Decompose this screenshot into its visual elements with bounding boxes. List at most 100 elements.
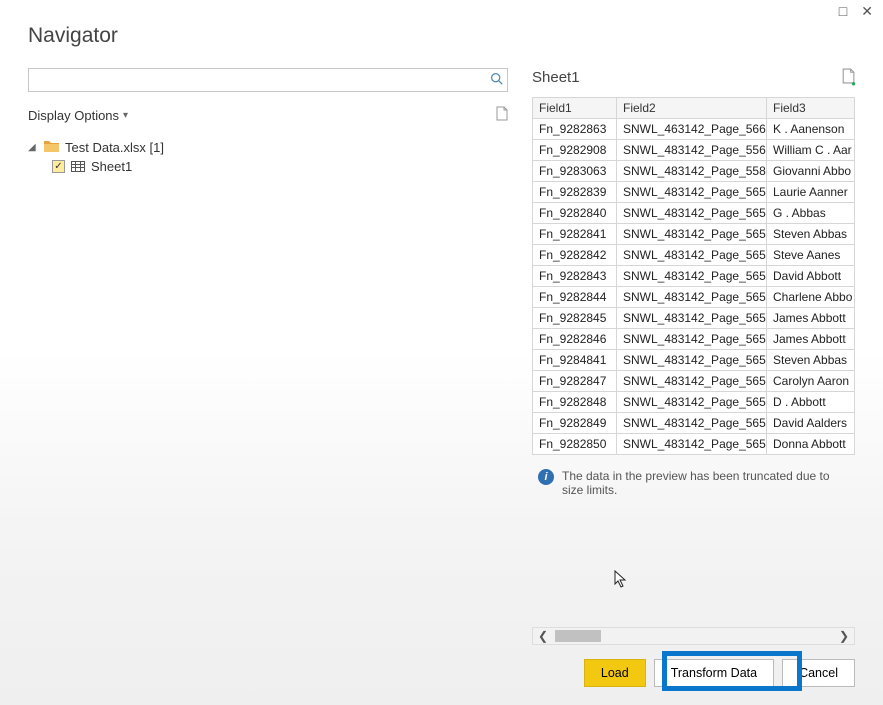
- table-cell: Donna Abbott: [767, 434, 855, 455]
- table-cell: SNWL_483142_Page_5658: [617, 329, 767, 350]
- table-cell: Fn_9282863: [533, 119, 617, 140]
- truncation-notice: i The data in the preview has been trunc…: [532, 469, 855, 497]
- scroll-thumb[interactable]: [555, 630, 601, 642]
- table-row[interactable]: Fn_9282847SNWL_483142_Page_5659Carolyn A…: [533, 371, 855, 392]
- table-cell: Fn_9282908: [533, 140, 617, 161]
- display-options-dropdown[interactable]: Display Options ▾: [28, 108, 133, 123]
- load-button[interactable]: Load: [584, 659, 646, 687]
- table-cell: SNWL_483142_Page_5567: [617, 140, 767, 161]
- table-cell: SNWL_483142_Page_5658: [617, 308, 767, 329]
- table-cell: James Abbott: [767, 308, 855, 329]
- table-row[interactable]: Fn_9282842SNWL_483142_Page_5658Steve Aan…: [533, 245, 855, 266]
- scroll-left-icon[interactable]: ❮: [533, 629, 553, 643]
- column-header[interactable]: Field2: [617, 98, 767, 119]
- search-box[interactable]: [28, 68, 508, 92]
- table-cell: Carolyn Aaron: [767, 371, 855, 392]
- horizontal-scrollbar[interactable]: ❮ ❯: [532, 627, 855, 645]
- table-cell: Steven Abbas: [767, 350, 855, 371]
- table-cell: Fn_9283063: [533, 161, 617, 182]
- column-header[interactable]: Field3: [767, 98, 855, 119]
- table-row[interactable]: Fn_9282841SNWL_483142_Page_5658Steven Ab…: [533, 224, 855, 245]
- table-cell: Fn_9282842: [533, 245, 617, 266]
- table-cell: SNWL_483142_Page_5658: [617, 203, 767, 224]
- table-cell: Fn_9282850: [533, 434, 617, 455]
- table-row[interactable]: Fn_9284841SNWL_483142_Page_5658Steven Ab…: [533, 350, 855, 371]
- maximize-icon[interactable]: □: [839, 4, 847, 18]
- table-cell: Steve Aanes: [767, 245, 855, 266]
- table-cell: SNWL_483142_Page_5658: [617, 266, 767, 287]
- search-icon[interactable]: [485, 72, 507, 88]
- table-cell: Fn_9282840: [533, 203, 617, 224]
- table-cell: K . Aanenson: [767, 119, 855, 140]
- table-cell: Charlene Abbo: [767, 287, 855, 308]
- transform-data-button[interactable]: Transform Data: [654, 659, 774, 687]
- table-cell: SNWL_463142_Page_5661: [617, 119, 767, 140]
- refresh-icon[interactable]: ●: [841, 68, 855, 87]
- table-cell: SNWL_483142_Page_5588: [617, 161, 767, 182]
- page-refresh-icon[interactable]: [495, 106, 508, 124]
- table-cell: William C . Aar: [767, 140, 855, 161]
- navigator-tree: ◢ Test Data.xlsx [1] ✓ Sheet1: [28, 138, 508, 176]
- table-row[interactable]: Fn_9282840SNWL_483142_Page_5658G . Abbas: [533, 203, 855, 224]
- scroll-right-icon[interactable]: ❯: [834, 629, 854, 643]
- dialog-title: Navigator: [28, 24, 118, 48]
- table-row[interactable]: Fn_9282846SNWL_483142_Page_5658James Abb…: [533, 329, 855, 350]
- table-row[interactable]: Fn_9282849SNWL_483142_Page_5659David Aal…: [533, 413, 855, 434]
- table-cell: D . Abbott: [767, 392, 855, 413]
- table-cell: SNWL_483142_Page_5658: [617, 224, 767, 245]
- display-options-label: Display Options: [28, 108, 119, 123]
- table-cell: Steven Abbas: [767, 224, 855, 245]
- table-cell: Fn_9282848: [533, 392, 617, 413]
- mouse-cursor-icon: [614, 570, 628, 593]
- table-row[interactable]: Fn_9282908SNWL_483142_Page_5567William C…: [533, 140, 855, 161]
- table-row[interactable]: Fn_9282845SNWL_483142_Page_5658James Abb…: [533, 308, 855, 329]
- column-header[interactable]: Field1: [533, 98, 617, 119]
- table-cell: Fn_9282841: [533, 224, 617, 245]
- folder-icon: [44, 140, 59, 155]
- table-cell: Fn_9282849: [533, 413, 617, 434]
- table-cell: Fn_9282839: [533, 182, 617, 203]
- tree-leaf-sheet1[interactable]: ✓ Sheet1: [28, 157, 508, 176]
- chevron-down-icon: ▾: [123, 110, 133, 121]
- checkbox-checked-icon[interactable]: ✓: [52, 160, 65, 173]
- close-icon[interactable]: ✕: [861, 4, 873, 18]
- table-row[interactable]: Fn_9282844SNWL_483142_Page_5658Charlene …: [533, 287, 855, 308]
- search-input[interactable]: [29, 71, 485, 90]
- table-cell: David Aalders: [767, 413, 855, 434]
- preview-title: Sheet1: [532, 69, 580, 86]
- preview-table: Field1Field2Field3 Fn_9282863SNWL_463142…: [532, 97, 855, 455]
- tree-root-node[interactable]: ◢ Test Data.xlsx [1]: [28, 138, 508, 157]
- table-cell: Giovanni Abbo: [767, 161, 855, 182]
- table-cell: Fn_9282845: [533, 308, 617, 329]
- table-row[interactable]: Fn_9282850SNWL_483142_Page_5659Donna Abb…: [533, 434, 855, 455]
- table-cell: G . Abbas: [767, 203, 855, 224]
- preview-pane: Sheet1 ● Field1Field2Field3 Fn_9282863SN…: [532, 68, 855, 645]
- table-cell: SNWL_483142_Page_5658: [617, 182, 767, 203]
- cancel-button[interactable]: Cancel: [782, 659, 855, 687]
- table-cell: SNWL_483142_Page_5658: [617, 245, 767, 266]
- table-row[interactable]: Fn_9282848SNWL_483142_Page_5659D . Abbot…: [533, 392, 855, 413]
- table-cell: SNWL_483142_Page_5658: [617, 287, 767, 308]
- table-icon: [71, 161, 85, 172]
- collapse-icon: ◢: [28, 142, 38, 153]
- tree-root-label: Test Data.xlsx [1]: [65, 140, 164, 155]
- table-cell: SNWL_483142_Page_5659: [617, 392, 767, 413]
- table-cell: James Abbott: [767, 329, 855, 350]
- table-row[interactable]: Fn_9283063SNWL_483142_Page_5588Giovanni …: [533, 161, 855, 182]
- table-cell: Fn_9282843: [533, 266, 617, 287]
- table-cell: Fn_9282846: [533, 329, 617, 350]
- table-cell: Fn_9282847: [533, 371, 617, 392]
- table-cell: SNWL_483142_Page_5659: [617, 371, 767, 392]
- table-cell: David Abbott: [767, 266, 855, 287]
- tree-leaf-label: Sheet1: [91, 159, 132, 174]
- navigator-left-pane: Display Options ▾ ◢ Test Data.xlsx [1] ✓: [28, 68, 508, 645]
- table-cell: SNWL_483142_Page_5659: [617, 413, 767, 434]
- table-row[interactable]: Fn_9282843SNWL_483142_Page_5658David Abb…: [533, 266, 855, 287]
- info-icon: i: [538, 469, 554, 485]
- table-row[interactable]: Fn_9282839SNWL_483142_Page_5658Laurie Aa…: [533, 182, 855, 203]
- table-cell: Fn_9282844: [533, 287, 617, 308]
- table-row[interactable]: Fn_9282863SNWL_463142_Page_5661K . Aanen…: [533, 119, 855, 140]
- table-cell: SNWL_483142_Page_5658: [617, 350, 767, 371]
- truncation-text: The data in the preview has been truncat…: [562, 469, 849, 497]
- table-cell: Fn_9284841: [533, 350, 617, 371]
